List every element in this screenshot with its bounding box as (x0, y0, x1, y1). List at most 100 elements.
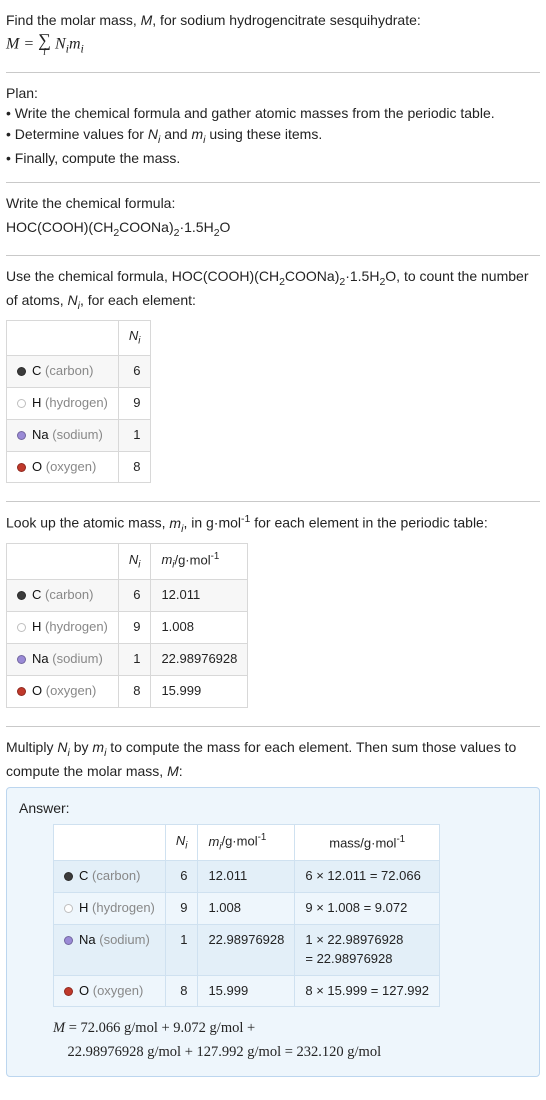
element-symbol: O (32, 683, 42, 698)
ni-value: 9 (165, 893, 198, 925)
atom-count-table: Ni C (carbon) 6 H (hydrogen) 9 Na (sodiu… (6, 320, 151, 483)
element-symbol: O (79, 983, 89, 998)
ni-value: 8 (118, 675, 151, 707)
element-name: (carbon) (45, 363, 93, 378)
ni-value: 8 (165, 975, 198, 1007)
lookup-t1: Look up the atomic mass, (6, 515, 169, 531)
table-row: Na (sodium) 1 22.98976928 (7, 643, 248, 675)
mass-value: 1 × 22.98976928 = 22.98976928 (295, 924, 440, 975)
table-row: H (hydrogen) 9 1.008 9 × 1.008 = 9.072 (54, 893, 440, 925)
plan-heading: Plan: (6, 83, 540, 103)
table-row: C (carbon) 6 12.011 6 × 12.011 = 72.066 (54, 861, 440, 893)
ni-value: 6 (118, 580, 151, 612)
intro-text-2: , for sodium hydrogencitrate sesquihydra… (152, 12, 420, 28)
element-dot (64, 904, 73, 913)
table-header-row: Ni mi/g·mol-1 (7, 544, 248, 580)
table-row: C (carbon) 6 12.011 (7, 580, 248, 612)
table-header-row: Ni (7, 321, 151, 356)
intro-var-m: M (141, 12, 153, 28)
table-row: O (oxygen) 8 (7, 451, 151, 483)
multiply-block: Multiply Ni by mi to compute the mass fo… (6, 731, 540, 1085)
separator (6, 182, 540, 183)
separator (6, 501, 540, 502)
mult-t2: by (70, 739, 93, 755)
mass-header: mass/g·mol (329, 835, 396, 850)
ni-value: 1 (118, 643, 151, 675)
multiply-text: Multiply Ni by mi to compute the mass fo… (6, 737, 540, 781)
element-dot (17, 431, 26, 440)
table-row: Na (sodium) 1 22.98976928 1 × 22.9897692… (54, 924, 440, 975)
ni-value: 9 (118, 387, 151, 419)
ni-value: 6 (165, 861, 198, 893)
element-symbol: Na (79, 932, 96, 947)
answer-box: Answer: Ni mi/g·mol-1 mass/g·mol-1 C (ca… (6, 787, 540, 1077)
element-dot (17, 463, 26, 472)
lookup-block: Look up the atomic mass, mi, in g·mol-1 … (6, 506, 540, 719)
plan-bullet-3: • Finally, compute the mass. (6, 148, 540, 168)
mass-value: 6 × 12.011 = 72.066 (295, 861, 440, 893)
final-line2: 22.98976928 g/mol + 127.992 g/mol = 232.… (68, 1044, 382, 1060)
plan-b2-mid: and (160, 126, 191, 142)
table-row: H (hydrogen) 9 (7, 387, 151, 419)
separator (6, 72, 540, 73)
mult-t1: Multiply (6, 739, 57, 755)
ni-value: 1 (165, 924, 198, 975)
mass-line1: 1 × 22.98976928 (305, 932, 403, 947)
element-dot (17, 687, 26, 696)
element-name: (oxygen) (93, 983, 144, 998)
lookup-t3: for each element in the periodic table: (250, 515, 487, 531)
element-dot (17, 399, 26, 408)
count-t3: , for each element: (80, 292, 196, 308)
mi-value: 12.011 (198, 861, 295, 893)
mass-value: 9 × 1.008 = 9.072 (295, 893, 440, 925)
element-name: (sodium) (52, 651, 103, 666)
ni-value: 6 (118, 356, 151, 388)
element-symbol: C (32, 363, 41, 378)
plan-b2-suffix: using these items. (205, 126, 322, 142)
element-name: (carbon) (45, 587, 93, 602)
table-row: H (hydrogen) 9 1.008 (7, 612, 248, 644)
element-symbol: C (32, 587, 41, 602)
chemical-formula: HOC(COOH)(CH2COONa)2·1.5H2O (6, 217, 540, 241)
final-m: M (53, 1020, 65, 1036)
element-symbol: Na (32, 427, 49, 442)
answer-table: Ni mi/g·mol-1 mass/g·mol-1 C (carbon) 6 … (53, 824, 440, 1007)
mass-value: 8 × 15.999 = 127.992 (295, 975, 440, 1007)
molar-mass-formula: M = ∑ i Nimi (6, 32, 540, 58)
element-name: (oxygen) (46, 459, 97, 474)
write-formula-heading: Write the chemical formula: (6, 193, 540, 213)
atomic-mass-table: Ni mi/g·mol-1 C (carbon) 6 12.011 H (hyd… (6, 543, 248, 707)
ni-value: 9 (118, 612, 151, 644)
final-result: M = 72.066 g/mol + 9.072 g/mol + 22.9897… (53, 1017, 527, 1063)
mult-t4: : (179, 763, 183, 779)
element-symbol: C (79, 868, 88, 883)
mass-line2: = 22.98976928 (305, 951, 392, 966)
separator (6, 255, 540, 256)
element-name: (sodium) (52, 427, 103, 442)
element-name: (hydrogen) (45, 395, 108, 410)
ni-value: 1 (118, 419, 151, 451)
ni-value: 8 (118, 451, 151, 483)
mi-value: 15.999 (151, 675, 248, 707)
element-dot (64, 936, 73, 945)
table-row: O (oxygen) 8 15.999 8 × 15.999 = 127.992 (54, 975, 440, 1007)
lookup-text: Look up the atomic mass, mi, in g·mol-1 … (6, 512, 540, 537)
element-dot (64, 872, 73, 881)
intro-block: Find the molar mass, M, for sodium hydro… (6, 4, 540, 66)
element-name: (hydrogen) (92, 900, 155, 915)
mi-value: 1.008 (151, 612, 248, 644)
table-row: O (oxygen) 8 15.999 (7, 675, 248, 707)
answer-label: Answer: (19, 798, 527, 818)
element-symbol: O (32, 459, 42, 474)
separator (6, 726, 540, 727)
mi-value: 15.999 (198, 975, 295, 1007)
element-name: (sodium) (99, 932, 150, 947)
element-symbol: Na (32, 651, 49, 666)
plan-bullet-1: • Write the chemical formula and gather … (6, 103, 540, 123)
count-t1: Use the chemical formula, (6, 268, 172, 284)
plan-block: Plan: • Write the chemical formula and g… (6, 77, 540, 176)
table-row: Na (sodium) 1 (7, 419, 151, 451)
mi-value: 1.008 (198, 893, 295, 925)
element-symbol: H (32, 395, 41, 410)
element-dot (64, 987, 73, 996)
